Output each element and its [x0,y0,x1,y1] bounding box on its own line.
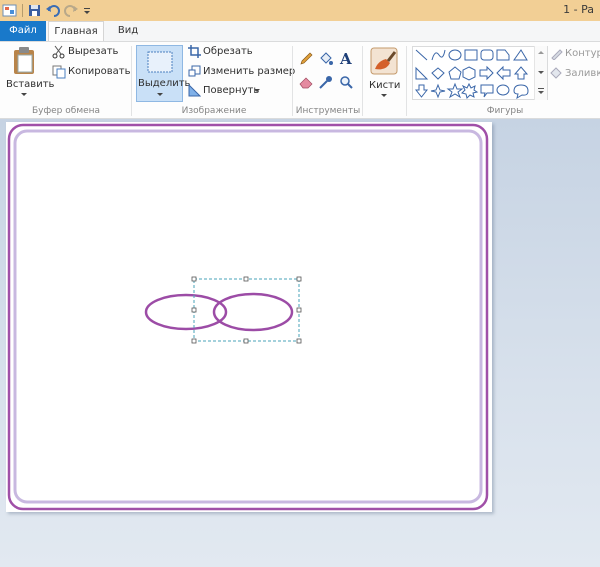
inner-rounded-frame [13,129,483,504]
gallery-expand-chevron-icon [538,88,544,94]
resize-label: Изменить размер [203,66,296,77]
rotate-icon [188,84,201,97]
cut-button[interactable]: Вырезать [52,45,132,59]
shapes-gallery[interactable] [412,46,548,100]
scissors-icon [52,45,65,59]
select-rectangle-icon [147,51,173,73]
shape-fill-icon [550,67,562,79]
save-icon[interactable] [28,2,42,19]
outline-label: Контур [565,48,600,59]
rotate-button[interactable]: Повернуть [188,84,268,98]
paste-dropdown-chevron-icon [21,93,27,96]
paste-button[interactable]: Вставить [4,44,54,104]
undo-icon[interactable] [46,2,60,19]
rotate-dropdown-chevron-icon [254,89,260,92]
fill-bucket-icon[interactable] [319,52,333,66]
brushes-label: Кисти [369,80,401,91]
scroll-up-chevron-icon [538,51,544,54]
paint-app-icon[interactable] [2,2,18,19]
shapes-gallery-scroll[interactable] [534,46,547,100]
crop-label: Обрезать [203,46,253,57]
redo-icon[interactable] [64,2,78,19]
shapes-gallery-icons [414,49,529,99]
eraser-icon[interactable] [299,75,313,89]
resize-button[interactable]: Изменить размер [188,65,295,79]
crop-icon [188,45,201,58]
brushes-dropdown-chevron-icon [381,94,387,97]
window-title: 1 - Pa [563,3,594,16]
shapes-group-label: Фигуры [486,106,524,116]
select-label: Выделить [138,78,191,89]
outer-rounded-frame [7,123,489,511]
copy-button[interactable]: Копировать [52,65,132,79]
qat-customize-chevron-icon[interactable] [82,2,92,19]
tools-group-label: Инструменты [295,106,361,116]
magnifier-icon[interactable] [339,75,353,89]
tab-home[interactable]: Главная [48,21,104,41]
rotate-label: Повернуть [203,85,260,96]
ribbon-tabs: Файл Главная Вид [0,21,600,41]
selection-box[interactable] [193,278,300,342]
color-picker-icon[interactable] [319,75,333,89]
fill-label: Заливк [565,68,600,79]
copy-icon [52,65,66,79]
title-bar: 1 - Pa [0,0,600,21]
tab-view[interactable]: Вид [110,21,146,41]
brushes-button[interactable]: Кисти [366,45,402,103]
group-separator [131,46,132,116]
ribbon: Вставить Вырезать Копировать Буфер обмен… [0,41,600,119]
drawing-canvas[interactable] [6,122,492,512]
pencil-icon[interactable] [299,52,313,66]
tab-file[interactable]: Файл [0,21,46,41]
select-button[interactable]: Выделить [136,45,190,102]
paste-icon [14,47,34,74]
group-separator [292,46,293,116]
outline-button[interactable]: Контур [550,47,600,61]
fill-button[interactable]: Заливк [550,67,600,81]
copy-label: Копировать [68,66,131,77]
outline-icon [551,49,563,60]
canvas-drawing [7,123,489,511]
selection-handles[interactable] [191,276,302,344]
group-separator [406,46,407,116]
crop-button[interactable]: Обрезать [188,45,268,59]
scroll-down-chevron-icon [538,71,544,74]
text-icon[interactable]: A [339,51,353,66]
qat-separator [22,4,23,17]
paste-label: Вставить [6,79,55,90]
select-dropdown-chevron-icon [157,93,163,96]
cut-label: Вырезать [68,46,119,57]
brush-icon [370,47,398,75]
image-group-label: Изображение [181,106,247,116]
group-separator [362,46,363,116]
clipboard-group-label: Буфер обмена [31,106,101,116]
svg-text:A: A [339,51,352,66]
resize-icon [188,65,201,77]
